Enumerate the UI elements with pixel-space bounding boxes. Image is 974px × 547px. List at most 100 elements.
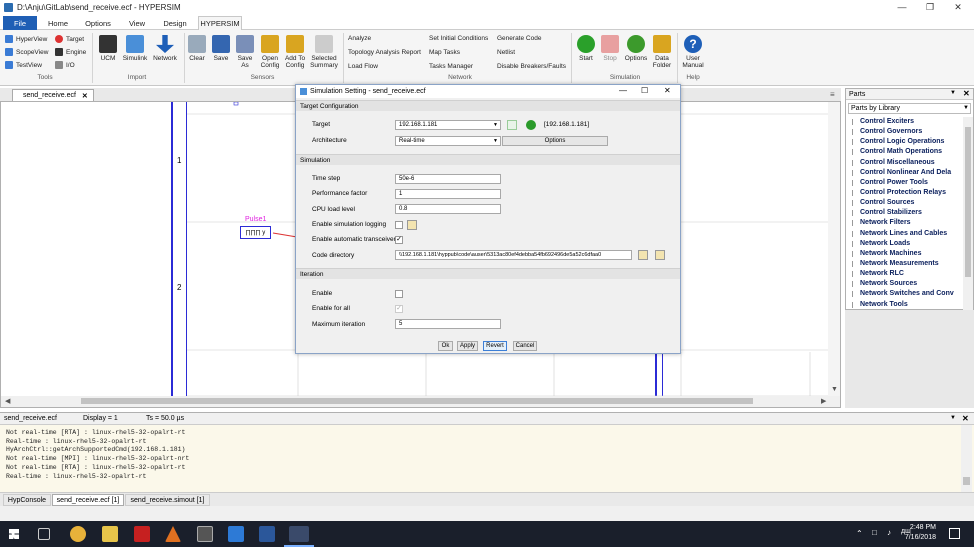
parts-menu-icon[interactable]: ▼ bbox=[950, 90, 956, 96]
edit-icon[interactable] bbox=[655, 250, 665, 260]
cancel-button[interactable]: Cancel bbox=[513, 341, 537, 351]
cpu-load-input[interactable]: 0.8 bbox=[395, 204, 501, 214]
tab-hypersim[interactable]: HYPERSIM bbox=[198, 16, 242, 30]
stop-button[interactable]: Stop bbox=[599, 35, 621, 62]
browse-folder-icon[interactable] bbox=[638, 250, 648, 260]
start-button[interactable]: Start bbox=[575, 35, 597, 62]
testview-button[interactable]: TestView bbox=[5, 60, 42, 70]
analyze-button[interactable]: Analyze bbox=[348, 35, 371, 42]
parts-close-icon[interactable]: ✕ bbox=[963, 89, 970, 98]
acrobat-icon[interactable] bbox=[134, 526, 150, 542]
set-initial-conditions-button[interactable]: Set Initial Conditions bbox=[429, 35, 488, 42]
list-item[interactable]: Control Sources bbox=[846, 198, 963, 208]
list-item[interactable]: Network RLC bbox=[846, 269, 963, 279]
word-icon[interactable] bbox=[259, 526, 275, 542]
list-item[interactable]: Network Filters bbox=[846, 218, 963, 228]
list-item[interactable]: Network Measurements bbox=[846, 259, 963, 269]
tab-send-receive-ecf[interactable]: send_receive.ecf [1] bbox=[52, 494, 124, 506]
chevron-up-icon[interactable]: ⌃ bbox=[856, 529, 863, 538]
save-button[interactable]: Save bbox=[211, 35, 231, 62]
add-to-config-button[interactable]: Add To Config bbox=[283, 35, 307, 69]
dialog-close-button[interactable]: ✕ bbox=[664, 86, 671, 95]
list-item[interactable]: Network Machines bbox=[846, 249, 963, 259]
generate-code-button[interactable]: Generate Code bbox=[497, 35, 541, 42]
tab-hypconsole[interactable]: HypConsole bbox=[3, 494, 51, 506]
matlab-icon[interactable] bbox=[165, 526, 181, 542]
architecture-options-button[interactable]: Options bbox=[502, 136, 608, 146]
save-as-button[interactable]: Save As bbox=[234, 35, 256, 69]
load-flow-button[interactable]: Load Flow bbox=[348, 63, 378, 70]
options-button[interactable]: Options bbox=[623, 35, 649, 62]
windows-start-icon[interactable] bbox=[9, 529, 19, 539]
iteration-enable-all-checkbox[interactable]: ✓ bbox=[395, 305, 403, 313]
disable-breakers-button[interactable]: Disable Breakers/Faults bbox=[497, 63, 566, 70]
remote-desktop-icon[interactable] bbox=[228, 526, 244, 542]
code-directory-input[interactable]: \\192.168.1.181\hyppub\code\auser\5313ac… bbox=[395, 250, 632, 260]
scroll-down-arrow[interactable]: ▼ bbox=[831, 386, 838, 393]
list-item[interactable]: Network Loads bbox=[846, 239, 963, 249]
tab-list-icon[interactable]: ≡ bbox=[830, 90, 835, 99]
minimize-button[interactable]: — bbox=[888, 0, 916, 14]
list-item[interactable]: Network Tools bbox=[846, 300, 963, 310]
target-button[interactable]: Target bbox=[55, 34, 84, 44]
image-app-icon[interactable] bbox=[197, 526, 213, 542]
ucm-button[interactable]: UCM bbox=[97, 35, 119, 62]
target-select[interactable]: 192.168.1.181 ▼ bbox=[395, 120, 501, 130]
list-item[interactable]: Control Miscellaneous bbox=[846, 158, 963, 168]
close-tab-icon[interactable]: ✕ bbox=[82, 92, 88, 100]
console-menu-icon[interactable]: ▼ bbox=[950, 415, 956, 421]
apply-button[interactable]: Apply bbox=[457, 341, 478, 351]
dialog-minimize-button[interactable]: — bbox=[619, 86, 627, 95]
maximize-button[interactable]: ❐ bbox=[916, 0, 944, 14]
time-step-input[interactable]: 50e-6 bbox=[395, 174, 501, 184]
iteration-enable-checkbox[interactable] bbox=[395, 290, 403, 298]
scopeview-button[interactable]: ScopeView bbox=[5, 47, 48, 57]
network-import-button[interactable]: Network bbox=[150, 35, 180, 62]
chrome-icon[interactable] bbox=[70, 526, 86, 542]
hypersim-taskbar-icon[interactable] bbox=[289, 526, 309, 542]
io-button[interactable]: I/O bbox=[55, 60, 75, 70]
hyperview-button[interactable]: HyperView bbox=[5, 34, 47, 44]
connect-icon[interactable] bbox=[526, 120, 536, 130]
ok-button[interactable]: Ok bbox=[438, 341, 453, 351]
topology-report-button[interactable]: Topology Analysis Report bbox=[348, 49, 421, 56]
list-item[interactable]: Control Exciters bbox=[846, 117, 963, 127]
dialog-maximize-button[interactable]: ☐ bbox=[641, 86, 648, 95]
auto-transceiver-checkbox[interactable]: ✓ bbox=[395, 236, 403, 244]
netlist-button[interactable]: Netlist bbox=[497, 49, 515, 56]
clear-button[interactable]: Clear bbox=[187, 35, 207, 62]
pulse-block[interactable]: ∏∏∏ y bbox=[240, 226, 271, 239]
map-tasks-button[interactable]: Map Tasks bbox=[429, 49, 460, 56]
console-scrollbar[interactable] bbox=[961, 425, 972, 492]
list-item[interactable]: Network Lines and Cables bbox=[846, 229, 963, 239]
data-folder-button[interactable]: Data Folder bbox=[650, 35, 674, 69]
list-item[interactable]: Control Protection Relays bbox=[846, 188, 963, 198]
max-iteration-input[interactable]: 5 bbox=[395, 319, 501, 329]
engine-button[interactable]: Engine bbox=[55, 47, 86, 57]
architecture-select[interactable]: Real-time ▼ bbox=[395, 136, 501, 146]
list-item[interactable]: Network Switches and Conv bbox=[846, 289, 963, 299]
list-item[interactable]: Control Power Tools bbox=[846, 178, 963, 188]
simulation-logging-checkbox[interactable] bbox=[395, 221, 403, 229]
volume-icon[interactable]: ♪ bbox=[887, 528, 891, 537]
close-button[interactable]: ✕ bbox=[944, 0, 972, 14]
list-item[interactable]: Network Sources bbox=[846, 279, 963, 289]
tab-view[interactable]: View bbox=[122, 16, 152, 30]
revert-button[interactable]: Revert bbox=[483, 341, 507, 351]
tasks-manager-button[interactable]: Tasks Manager bbox=[429, 63, 473, 70]
scroll-left-arrow[interactable]: ◀ bbox=[5, 397, 10, 405]
log-folder-icon[interactable] bbox=[407, 220, 417, 230]
open-config-button[interactable]: Open Config bbox=[258, 35, 282, 69]
network-icon[interactable]: □ bbox=[872, 528, 877, 537]
tab-send-receive-simout[interactable]: send_receive.simout [1] bbox=[125, 494, 210, 506]
console-close-icon[interactable]: ✕ bbox=[962, 414, 969, 423]
list-item[interactable]: Control Governors bbox=[846, 127, 963, 137]
file-explorer-icon[interactable] bbox=[102, 526, 118, 542]
list-item[interactable]: Control Nonlinear And Dela bbox=[846, 168, 963, 178]
simulink-button[interactable]: Simulink bbox=[121, 35, 149, 62]
notifications-icon[interactable] bbox=[949, 528, 960, 539]
scroll-right-arrow[interactable]: ▶ bbox=[821, 397, 826, 405]
tab-design[interactable]: Design bbox=[158, 16, 192, 30]
list-item[interactable]: Control Math Operations bbox=[846, 147, 963, 157]
tab-options[interactable]: Options bbox=[80, 16, 116, 30]
